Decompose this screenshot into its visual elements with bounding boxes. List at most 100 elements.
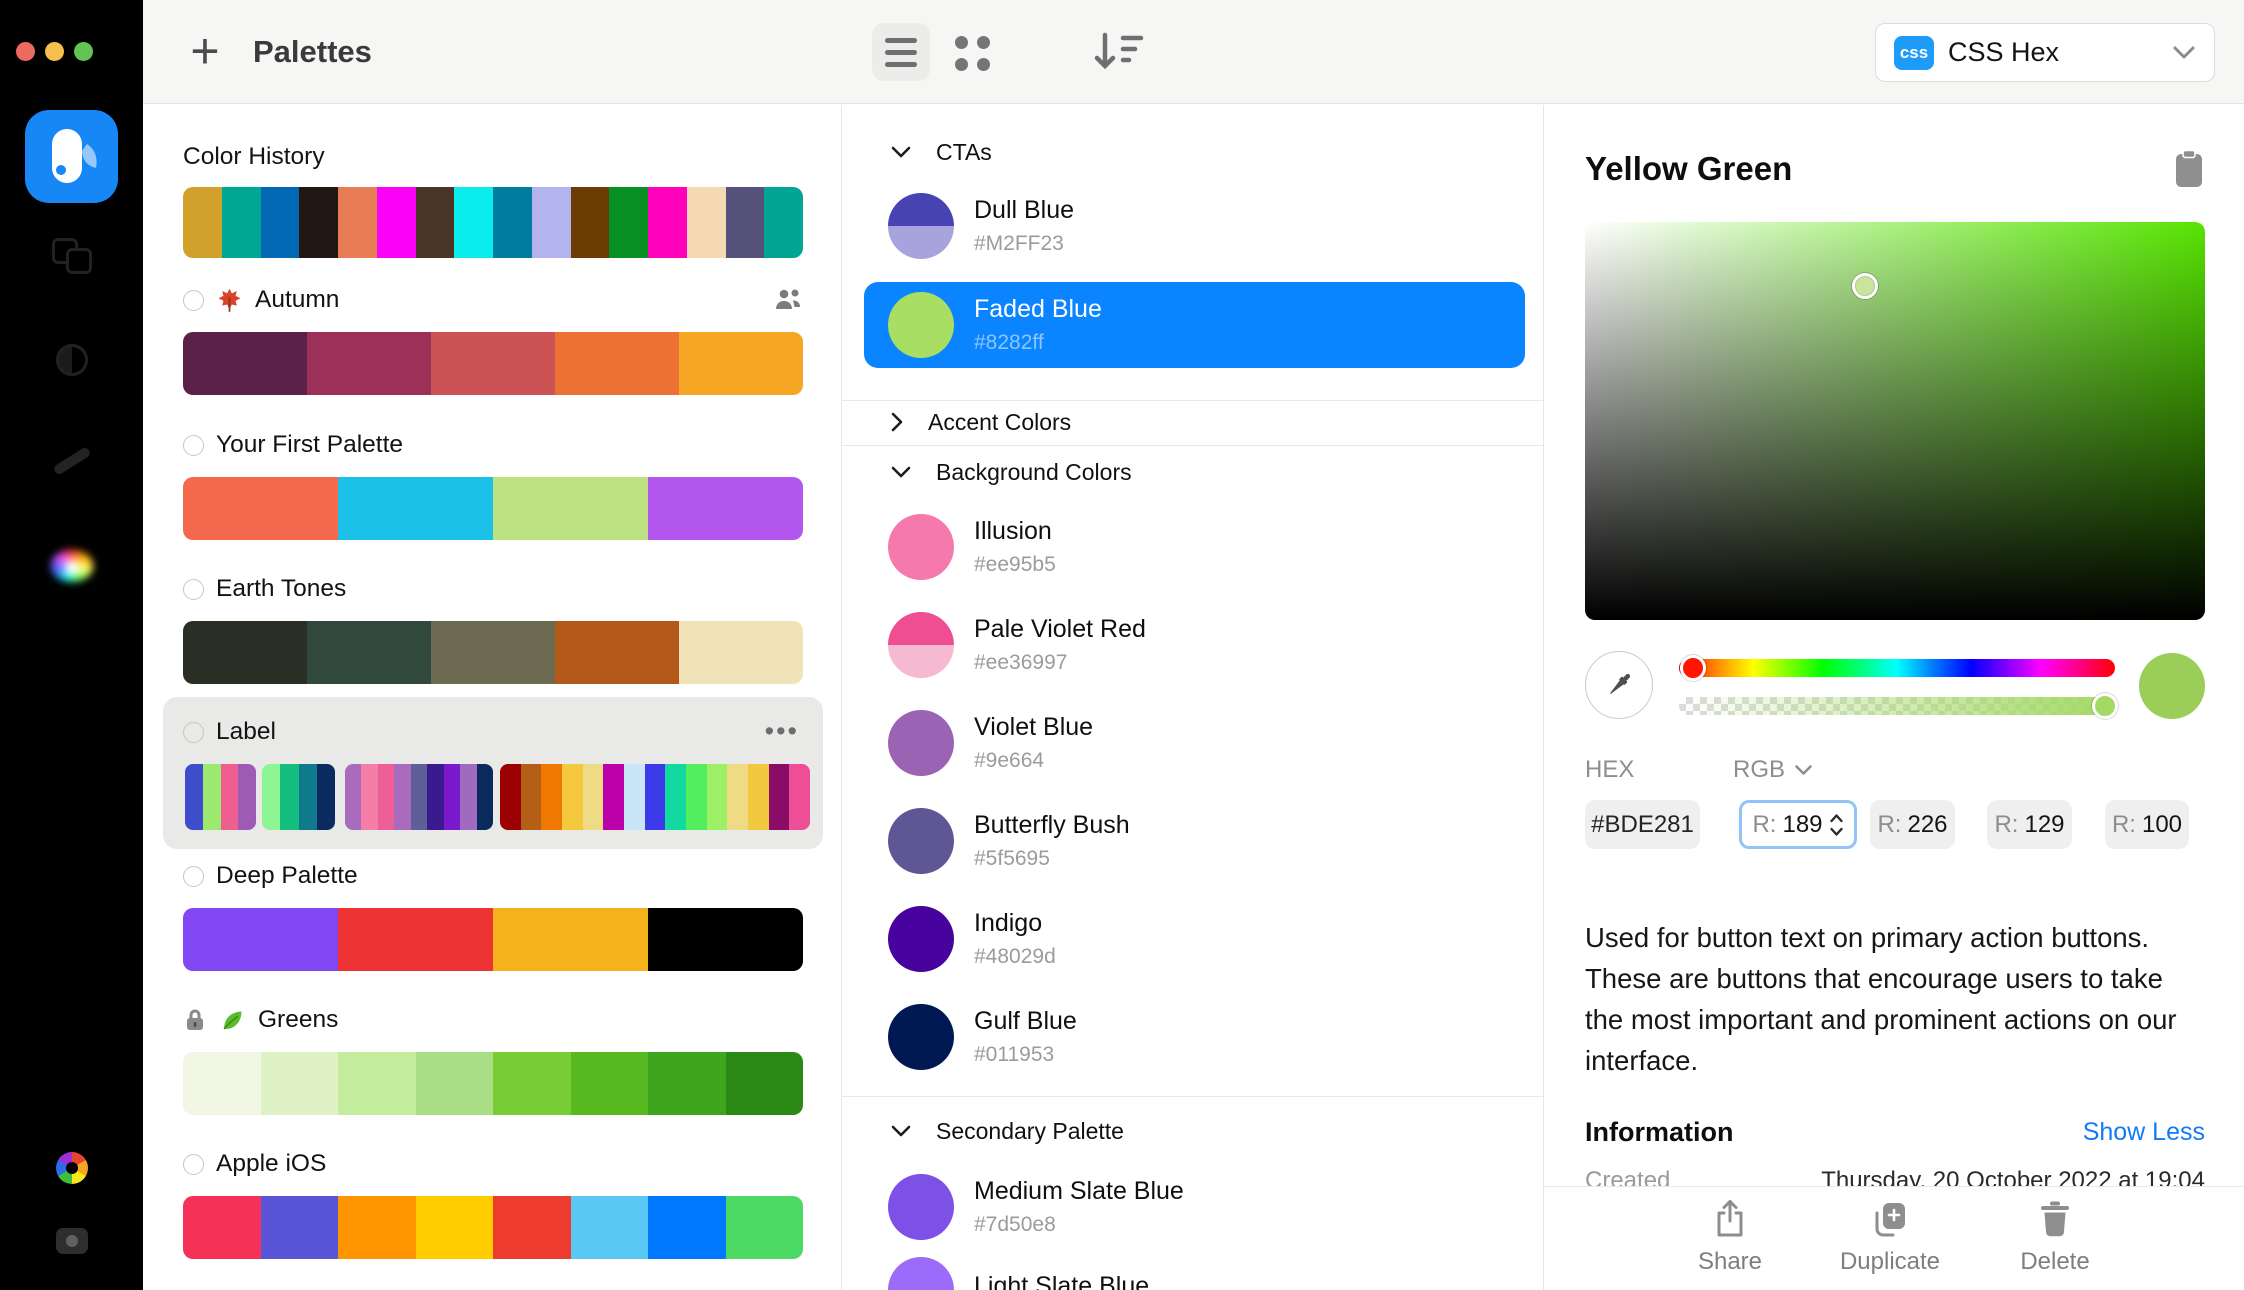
color-swatch[interactable] (571, 1196, 649, 1259)
color-row[interactable]: Faded Blue #8282ff (864, 282, 1525, 368)
color-swatch[interactable] (431, 621, 555, 684)
color-row[interactable]: Light Slate Blue (888, 1257, 1525, 1290)
color-swatch[interactable] (645, 764, 666, 830)
rgb-format-dropdown[interactable]: RGB (1733, 756, 1813, 784)
hue-slider[interactable] (1679, 659, 2115, 677)
color-swatch[interactable] (345, 764, 361, 830)
rgb-value-field[interactable]: R: 100 (2105, 800, 2189, 849)
zoom-window-button[interactable] (74, 42, 93, 61)
color-row[interactable]: Medium Slate Blue #7d50e8 (888, 1174, 1525, 1240)
color-swatch[interactable] (183, 1052, 261, 1115)
rgb-value-field[interactable]: R: 226 (1870, 800, 1955, 849)
palette-strip[interactable] (183, 1052, 803, 1115)
palette-strip[interactable] (183, 621, 803, 684)
palette-strip[interactable] (183, 1196, 803, 1259)
color-row[interactable]: Pale Violet Red #ee36997 (888, 612, 1525, 678)
color-swatch[interactable] (686, 764, 707, 830)
color-swatch[interactable] (769, 764, 790, 830)
color-swatch[interactable] (221, 764, 239, 830)
color-row[interactable]: Illusion #ee95b5 (888, 514, 1525, 580)
more-menu-button[interactable]: ••• (765, 725, 799, 739)
rainbow-glow-icon[interactable] (0, 550, 143, 582)
color-swatch[interactable] (789, 764, 810, 830)
color-swatch[interactable] (427, 764, 443, 830)
palette-row[interactable]: Greens (183, 1003, 803, 1118)
color-swatch[interactable] (555, 332, 679, 395)
color-swatch[interactable] (338, 477, 493, 540)
saturation-brightness-picker[interactable] (1585, 222, 2205, 620)
color-swatch[interactable] (317, 764, 335, 830)
color-swatch[interactable] (603, 764, 624, 830)
color-swatch[interactable] (541, 764, 562, 830)
color-swatch[interactable] (493, 908, 648, 971)
color-row[interactable]: Gulf Blue #011953 (888, 1004, 1525, 1070)
color-swatch[interactable] (262, 764, 280, 830)
mini-palette-strip[interactable] (500, 764, 810, 830)
color-swatch[interactable] (307, 621, 431, 684)
color-swatch[interactable] (261, 1052, 339, 1115)
mini-palette-strip[interactable] (262, 764, 335, 830)
camera-icon[interactable] (0, 1228, 143, 1254)
color-swatch[interactable] (493, 1052, 571, 1115)
color-swatch[interactable] (183, 477, 338, 540)
color-swatch[interactable] (726, 1052, 804, 1115)
section-header-secondary[interactable]: Secondary Palette (890, 1114, 1124, 1148)
color-swatch[interactable] (238, 764, 256, 830)
color-swatch[interactable] (665, 764, 686, 830)
alpha-slider[interactable] (1679, 697, 2115, 715)
color-swatch[interactable] (555, 621, 679, 684)
color-swatch[interactable] (183, 908, 338, 971)
section-header-accent[interactable]: Accent Colors (890, 405, 1071, 439)
stepper-icon[interactable] (1829, 810, 1844, 840)
color-swatch[interactable] (361, 764, 377, 830)
color-wheel-icon[interactable] (0, 1152, 143, 1184)
palette-row[interactable]: Deep Palette (183, 859, 803, 974)
color-row[interactable]: Butterfly Bush #5f5695 (888, 808, 1525, 874)
palette-row[interactable]: Earth Tones (183, 572, 803, 687)
color-row[interactable]: Dull Blue #M2FF23 (888, 193, 1525, 259)
color-swatch[interactable] (416, 1052, 494, 1115)
section-header-background[interactable]: Background Colors (890, 455, 1132, 489)
add-palette-button[interactable]: + (180, 24, 230, 78)
palette-row[interactable]: Autumn (183, 283, 803, 398)
color-swatch[interactable] (583, 764, 604, 830)
alpha-slider-thumb[interactable] (2092, 693, 2118, 719)
color-swatch[interactable] (280, 764, 298, 830)
color-swatch[interactable] (183, 332, 307, 395)
color-swatch[interactable] (679, 621, 803, 684)
sv-picker-thumb[interactable] (1852, 273, 1878, 299)
color-swatch[interactable] (571, 1052, 649, 1115)
color-swatch[interactable] (203, 764, 221, 830)
palette-strip[interactable] (183, 477, 803, 540)
sort-button[interactable] (1093, 30, 1145, 74)
library-icon[interactable] (0, 238, 143, 274)
color-swatch[interactable] (444, 764, 460, 830)
color-swatch[interactable] (493, 1196, 571, 1259)
palette-row[interactable]: Apple iOS (183, 1147, 803, 1262)
color-swatch[interactable] (477, 764, 493, 830)
radio-button[interactable] (183, 579, 204, 600)
radio-button[interactable] (183, 290, 204, 311)
color-swatch[interactable] (185, 764, 203, 830)
color-swatch[interactable] (624, 764, 645, 830)
color-swatch[interactable] (394, 764, 410, 830)
duplicate-button[interactable]: Duplicate (1825, 1199, 1955, 1276)
color-swatch[interactable] (416, 1196, 494, 1259)
mini-palette-strip[interactable] (185, 764, 256, 830)
color-swatch[interactable] (307, 332, 431, 395)
color-swatch[interactable] (431, 332, 555, 395)
color-swatch[interactable] (378, 764, 394, 830)
copy-to-clipboard-button[interactable] (2174, 149, 2204, 189)
color-swatch[interactable] (707, 764, 728, 830)
radio-button[interactable] (183, 722, 204, 743)
color-swatch[interactable] (261, 1196, 339, 1259)
color-swatch[interactable] (411, 764, 427, 830)
color-swatch[interactable] (460, 764, 476, 830)
rgb-value-field[interactable]: R: 189 (1739, 800, 1857, 849)
palette-row[interactable]: Your First Palette (183, 428, 803, 543)
color-swatch[interactable] (648, 477, 803, 540)
radio-button[interactable] (183, 1154, 204, 1175)
color-swatch[interactable] (338, 908, 493, 971)
rgb-value-field[interactable]: R: 129 (1987, 800, 2072, 849)
section-header-ctas[interactable]: CTAs (890, 135, 992, 169)
